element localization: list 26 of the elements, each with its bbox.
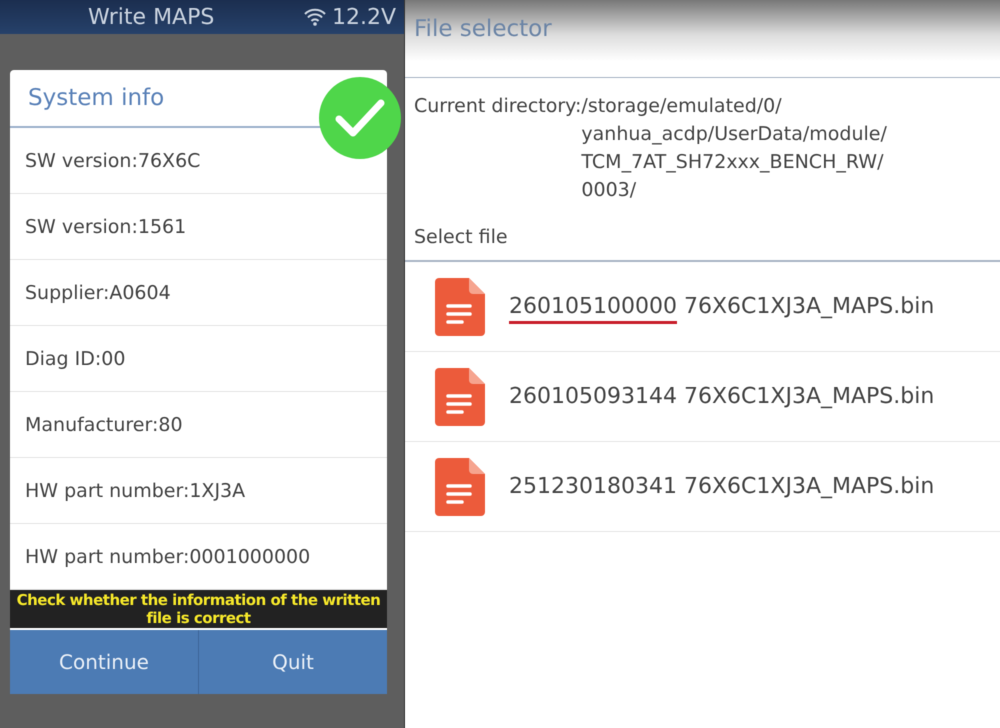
- directory-path: /storage/emulated/0/: [581, 94, 783, 119]
- directory-path: yanhua_acdp/UserData/module/: [581, 122, 887, 147]
- screen-title: Write MAPS: [88, 4, 216, 30]
- document-icon: [435, 368, 485, 426]
- info-row: Manufacturer:80: [10, 392, 387, 458]
- file-timestamp[interactable]: 260105093144: [509, 384, 677, 409]
- video-caption: Check whether the information of the written file is correct: [10, 590, 387, 628]
- info-row: Supplier:A0604: [10, 260, 387, 326]
- document-icon: [435, 458, 485, 516]
- file-name[interactable]: 76X6C1XJ3A_MAPS.bin: [684, 384, 934, 409]
- file-timestamp[interactable]: 260105100000: [509, 294, 677, 324]
- info-row: HW part number:1XJ3A: [10, 458, 387, 524]
- dialog-button[interactable]: Quit: [198, 630, 387, 694]
- info-row: Diag ID:00: [10, 326, 387, 392]
- file-name[interactable]: 76X6C1XJ3A_MAPS.bin: [684, 294, 934, 319]
- directory-path: TCM_7AT_SH72xxx_BENCH_RW/: [581, 150, 884, 175]
- info-row: SW version:1561: [10, 194, 387, 260]
- voltage-reading: 12.2V: [332, 4, 396, 30]
- file-timestamp[interactable]: 251230180341: [509, 474, 677, 499]
- document-icon: [435, 278, 485, 336]
- directory-path: 0003/: [581, 178, 638, 203]
- file-name[interactable]: 76X6C1XJ3A_MAPS.bin: [684, 474, 934, 499]
- directory-label: Current directory:: [414, 94, 582, 119]
- screen-title: File selector: [414, 16, 552, 42]
- section-label: Select file: [405, 204, 1000, 262]
- wifi-icon: [304, 8, 326, 26]
